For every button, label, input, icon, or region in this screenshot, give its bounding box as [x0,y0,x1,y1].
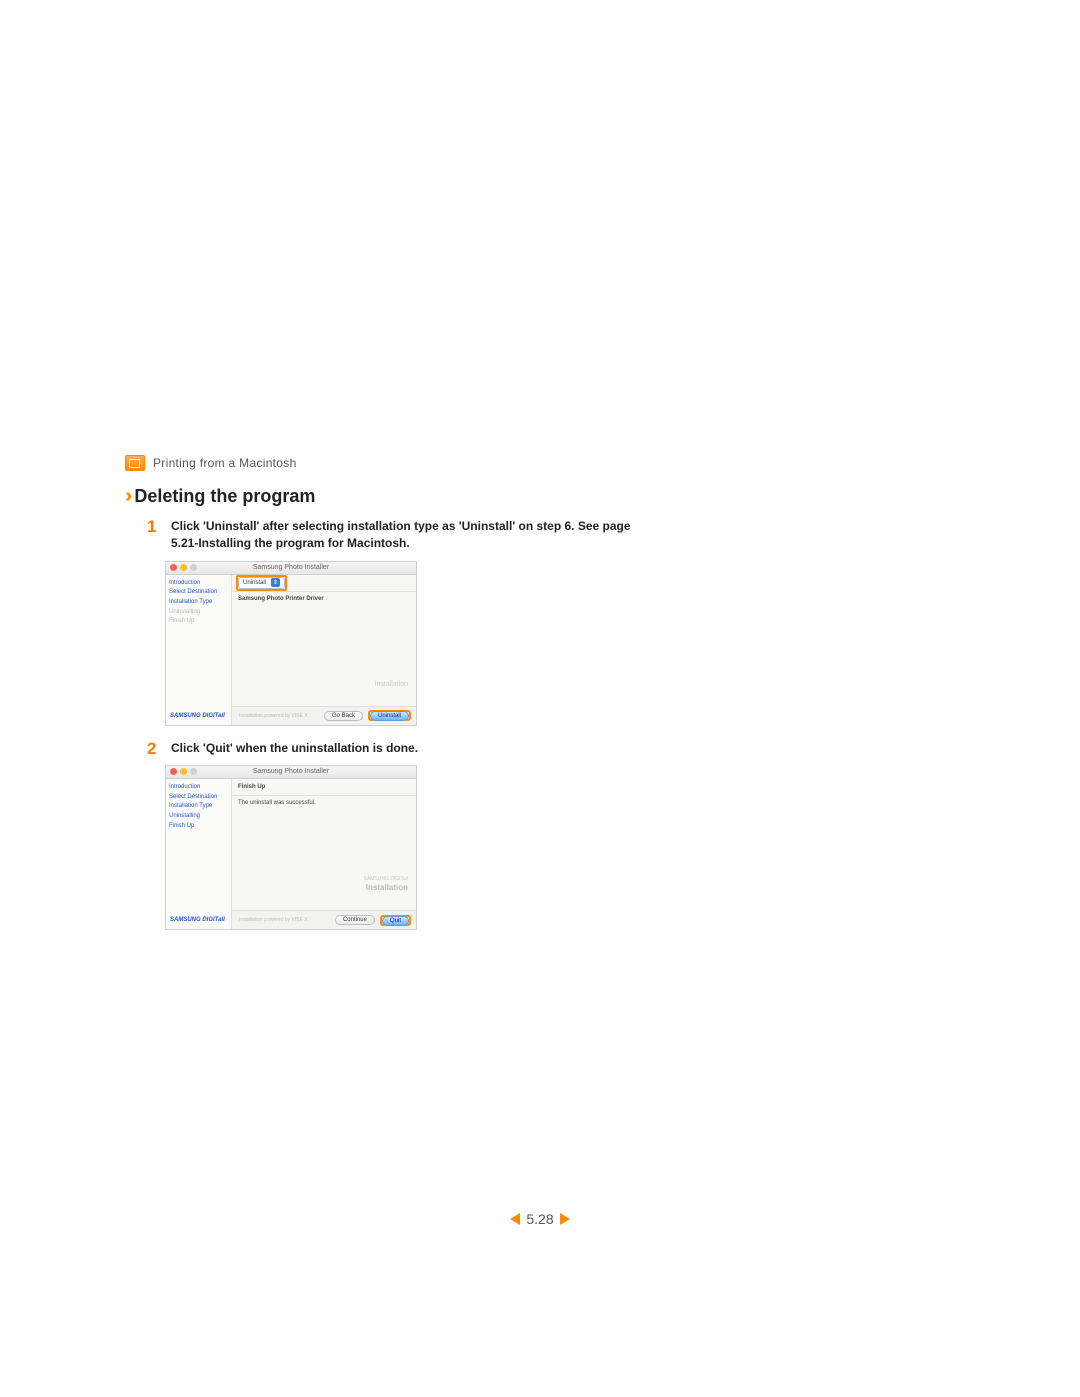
side-item: Finish Up [169,822,228,832]
installer-main: Uninstall ⇕ Samsung Photo Printer Driver… [232,575,416,725]
page-number: 5.28 [0,1211,1080,1227]
close-icon [170,768,177,775]
installer-body: Introduction Select Destination Installa… [166,575,416,725]
side-item: Finish Up [169,617,228,627]
side-item: Introduction [169,579,228,589]
quit-button[interactable]: Quit [382,916,409,926]
step-2: 2 Click 'Quit' when the uninstallation i… [147,740,695,757]
select-label: Uninstall [243,580,266,586]
content-pane: The uninstall was successful. SAMSUNG DI… [232,796,416,910]
highlight-box: Uninstall ⇕ [236,575,287,591]
installer-main: Finish Up The uninstall was successful. … [232,779,416,929]
chevron-down-icon: ⇕ [271,578,280,587]
breadcrumb-text: Printing from a Macintosh [153,456,297,470]
arrow-right-icon [560,1213,570,1225]
powered-by-text: Installation powered by VISE X [239,917,308,923]
toolbar: Uninstall ⇕ [232,575,416,592]
step-1: 1 Click 'Uninstall' after selecting inst… [147,518,695,553]
bar-title: Finish Up [238,784,265,790]
step-number: 1 [147,518,161,553]
uninstall-button[interactable]: Uninstall [370,711,409,721]
samsung-logo: SAMSUNG DIGITall [170,713,225,719]
install-type-select[interactable]: Uninstall ⇕ [238,577,285,589]
toolbar: Finish Up [232,779,416,796]
installer-footer: Installation powered by VISE X Go Back U… [232,706,416,725]
window-title: Samsung Photo Installer [253,768,329,775]
installer-body: Introduction Select Destination Installa… [166,779,416,929]
highlight-box: Uninstall [368,710,411,721]
step-number: 2 [147,740,161,757]
content-pane: Samsung Photo Printer Driver Installatio… [232,592,416,706]
highlight-box: Quit [380,915,411,926]
watermark-text: Installation [366,883,408,892]
minimize-icon [180,768,187,775]
traffic-lights [170,564,197,571]
samsung-logo: SAMSUNG DIGITall [170,917,225,923]
heading-row: ›› Deleting the program [125,485,695,508]
traffic-lights [170,768,197,775]
side-item: Installation Type [169,802,228,812]
zoom-icon [190,564,197,571]
content-block: Printing from a Macintosh ›› Deleting th… [125,455,695,944]
side-item: Introduction [169,783,228,793]
installer-sidebar: Introduction Select Destination Installa… [166,575,232,725]
watermark-caption: SAMSUNG DIGITall [364,876,408,882]
window-title: Samsung Photo Installer [253,564,329,571]
screenshot-finish: Samsung Photo Installer Introduction Sel… [165,765,417,930]
side-item: Select Destination [169,793,228,803]
zoom-icon [190,768,197,775]
step-text: Click 'Uninstall' after selecting instal… [171,518,661,553]
page-number-text: 5.28 [526,1211,553,1227]
installer-sidebar: Introduction Select Destination Installa… [166,779,232,929]
mac-titlebar: Samsung Photo Installer [166,562,416,575]
manual-page: Printing from a Macintosh ›› Deleting th… [0,0,1080,1397]
chevron-double-icon: ›› [125,485,126,508]
step-text: Click 'Quit' when the uninstallation is … [171,740,418,757]
success-message: The uninstall was successful. [238,800,410,806]
powered-by-text: Installation powered by VISE X [239,713,308,719]
page-heading: Deleting the program [134,486,315,507]
camera-icon [125,455,145,471]
go-back-button[interactable]: Go Back [324,711,363,721]
continue-button[interactable]: Continue [335,915,375,925]
side-item: Select Destination [169,588,228,598]
pane-heading: Samsung Photo Printer Driver [238,596,410,602]
minimize-icon [180,564,187,571]
close-icon [170,564,177,571]
section-breadcrumb: Printing from a Macintosh [125,455,695,471]
screenshot-uninstall: Samsung Photo Installer Introduction Sel… [165,561,417,726]
arrow-left-icon [510,1213,520,1225]
side-item: Installation Type [169,598,228,608]
watermark-text: Installation [375,681,408,688]
installer-footer: Installation powered by VISE X Continue … [232,910,416,929]
side-item: Uninstalling [169,608,228,618]
mac-titlebar: Samsung Photo Installer [166,766,416,779]
side-item: Uninstalling [169,812,228,822]
